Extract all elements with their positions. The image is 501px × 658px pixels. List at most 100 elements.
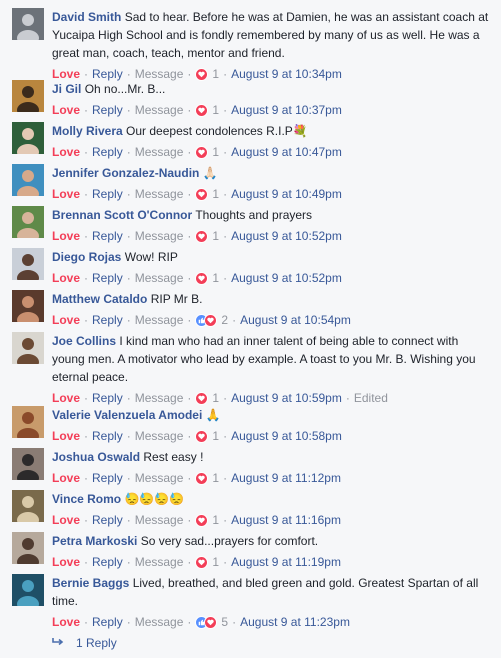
comment-text: So very sad...prayers for comfort. xyxy=(140,534,319,548)
avatar[interactable] xyxy=(12,206,44,238)
love-button[interactable]: Love xyxy=(52,511,80,529)
love-button[interactable]: Love xyxy=(52,469,80,487)
love-button[interactable]: Love xyxy=(52,311,80,329)
separator-dot: · xyxy=(84,615,89,629)
comment-content: Brennan Scott O'Connor Thoughts and pray… xyxy=(52,206,492,224)
message-button[interactable]: Message xyxy=(135,427,184,445)
reaction-summary[interactable]: 5 xyxy=(195,613,228,631)
comment-timestamp[interactable]: August 9 at 11:16pm xyxy=(231,511,341,529)
comment-timestamp[interactable]: August 9 at 10:54pm xyxy=(240,311,351,329)
commenter-name[interactable]: Petra Markoski xyxy=(52,534,137,548)
comment-timestamp[interactable]: August 9 at 10:47pm xyxy=(231,143,342,161)
love-button[interactable]: Love xyxy=(52,185,80,203)
avatar[interactable] xyxy=(12,332,44,364)
edited-label[interactable]: Edited xyxy=(354,389,388,407)
commenter-name[interactable]: Jennifer Gonzalez-Naudin xyxy=(52,166,199,180)
avatar[interactable] xyxy=(12,448,44,480)
avatar[interactable] xyxy=(12,490,44,522)
commenter-name[interactable]: Ji Gil xyxy=(52,82,81,96)
avatar[interactable] xyxy=(12,122,44,154)
comment-timestamp[interactable]: August 9 at 11:12pm xyxy=(231,469,341,487)
comment-timestamp[interactable]: August 9 at 11:19pm xyxy=(231,553,341,571)
reaction-summary[interactable]: 1 xyxy=(195,185,219,203)
reaction-summary[interactable]: 1 xyxy=(195,427,219,445)
heart-reaction-icon xyxy=(195,471,209,485)
reaction-summary[interactable]: 1 xyxy=(195,469,219,487)
separator-dot: · xyxy=(126,313,131,327)
commenter-name[interactable]: David Smith xyxy=(52,10,121,24)
reaction-summary[interactable]: 1 xyxy=(195,389,219,407)
commenter-name[interactable]: Valerie Valenzuela Amodei xyxy=(52,408,202,422)
commenter-name[interactable]: Bernie Baggs xyxy=(52,576,129,590)
message-button[interactable]: Message xyxy=(135,269,184,287)
reply-button[interactable]: Reply xyxy=(92,185,123,203)
commenter-name[interactable]: Vince Romo xyxy=(52,492,121,506)
comment-timestamp[interactable]: August 9 at 11:23pm xyxy=(240,613,350,631)
reaction-summary[interactable]: 1 xyxy=(195,511,219,529)
comment-content: Petra Markoski So very sad...prayers for… xyxy=(52,532,492,550)
reaction-summary[interactable]: 1 xyxy=(195,143,219,161)
message-button[interactable]: Message xyxy=(135,311,184,329)
separator-dot: · xyxy=(223,429,228,443)
reply-button[interactable]: Reply xyxy=(92,469,123,487)
reply-button[interactable]: Reply xyxy=(92,553,123,571)
love-button[interactable]: Love xyxy=(52,613,80,631)
love-button[interactable]: Love xyxy=(52,389,80,407)
love-button[interactable]: Love xyxy=(52,227,80,245)
message-button[interactable]: Message xyxy=(135,613,184,631)
love-button[interactable]: Love xyxy=(52,553,80,571)
reply-button[interactable]: Reply xyxy=(92,143,123,161)
avatar[interactable] xyxy=(12,164,44,196)
commenter-name[interactable]: Matthew Cataldo xyxy=(52,292,147,306)
reply-button[interactable]: Reply xyxy=(92,227,123,245)
reaction-summary[interactable]: 1 xyxy=(195,227,219,245)
message-button[interactable]: Message xyxy=(135,143,184,161)
message-button[interactable]: Message xyxy=(135,101,184,119)
love-button[interactable]: Love xyxy=(52,427,80,445)
avatar[interactable] xyxy=(12,248,44,280)
comment-timestamp[interactable]: August 9 at 10:59pm xyxy=(231,389,342,407)
commenter-name[interactable]: Joshua Oswald xyxy=(52,450,140,464)
message-button[interactable]: Message xyxy=(135,389,184,407)
reaction-summary[interactable]: 1 xyxy=(195,269,219,287)
love-button[interactable]: Love xyxy=(52,269,80,287)
reply-button[interactable]: Reply xyxy=(92,269,123,287)
reply-button[interactable]: Reply xyxy=(92,613,123,631)
message-button[interactable]: Message xyxy=(135,511,184,529)
avatar[interactable] xyxy=(12,8,44,40)
comment-timestamp[interactable]: August 9 at 10:37pm xyxy=(231,101,342,119)
reply-button[interactable]: Reply xyxy=(92,101,123,119)
reply-button[interactable]: Reply xyxy=(92,427,123,445)
reaction-summary[interactable]: 1 xyxy=(195,101,219,119)
avatar[interactable] xyxy=(12,290,44,322)
reply-button[interactable]: Reply xyxy=(92,389,123,407)
comment-body: Joshua Oswald Rest easy ! Love · Reply · M… xyxy=(52,448,492,487)
reaction-summary[interactable]: 2 xyxy=(195,311,228,329)
message-button[interactable]: Message xyxy=(135,227,184,245)
comment-timestamp[interactable]: August 9 at 10:52pm xyxy=(231,227,342,245)
comment-timestamp[interactable]: August 9 at 10:49pm xyxy=(231,185,342,203)
message-button[interactable]: Message xyxy=(135,553,184,571)
separator-dot: · xyxy=(223,513,228,527)
separator-dot: · xyxy=(84,313,89,327)
avatar[interactable] xyxy=(12,532,44,564)
message-button[interactable]: Message xyxy=(135,185,184,203)
reply-button[interactable]: Reply xyxy=(92,311,123,329)
commenter-name[interactable]: Molly Rivera xyxy=(52,124,123,138)
commenter-name[interactable]: Brennan Scott O'Connor xyxy=(52,208,192,222)
comment-timestamp[interactable]: August 9 at 10:52pm xyxy=(231,269,342,287)
avatar[interactable] xyxy=(12,406,44,438)
view-replies-link[interactable]: 1 Reply xyxy=(52,634,117,652)
comment-timestamp[interactable]: August 9 at 10:58pm xyxy=(231,427,342,445)
separator-dot: · xyxy=(187,555,192,569)
avatar[interactable] xyxy=(12,574,44,606)
message-button[interactable]: Message xyxy=(135,469,184,487)
reply-button[interactable]: Reply xyxy=(92,511,123,529)
commenter-name[interactable]: Joe Collins xyxy=(52,334,116,348)
commenter-name[interactable]: Diego Rojas xyxy=(52,250,121,264)
comment-text: Wow! RIP xyxy=(124,250,178,264)
avatar[interactable] xyxy=(12,80,44,112)
love-button[interactable]: Love xyxy=(52,101,80,119)
reaction-summary[interactable]: 1 xyxy=(195,553,219,571)
love-button[interactable]: Love xyxy=(52,143,80,161)
